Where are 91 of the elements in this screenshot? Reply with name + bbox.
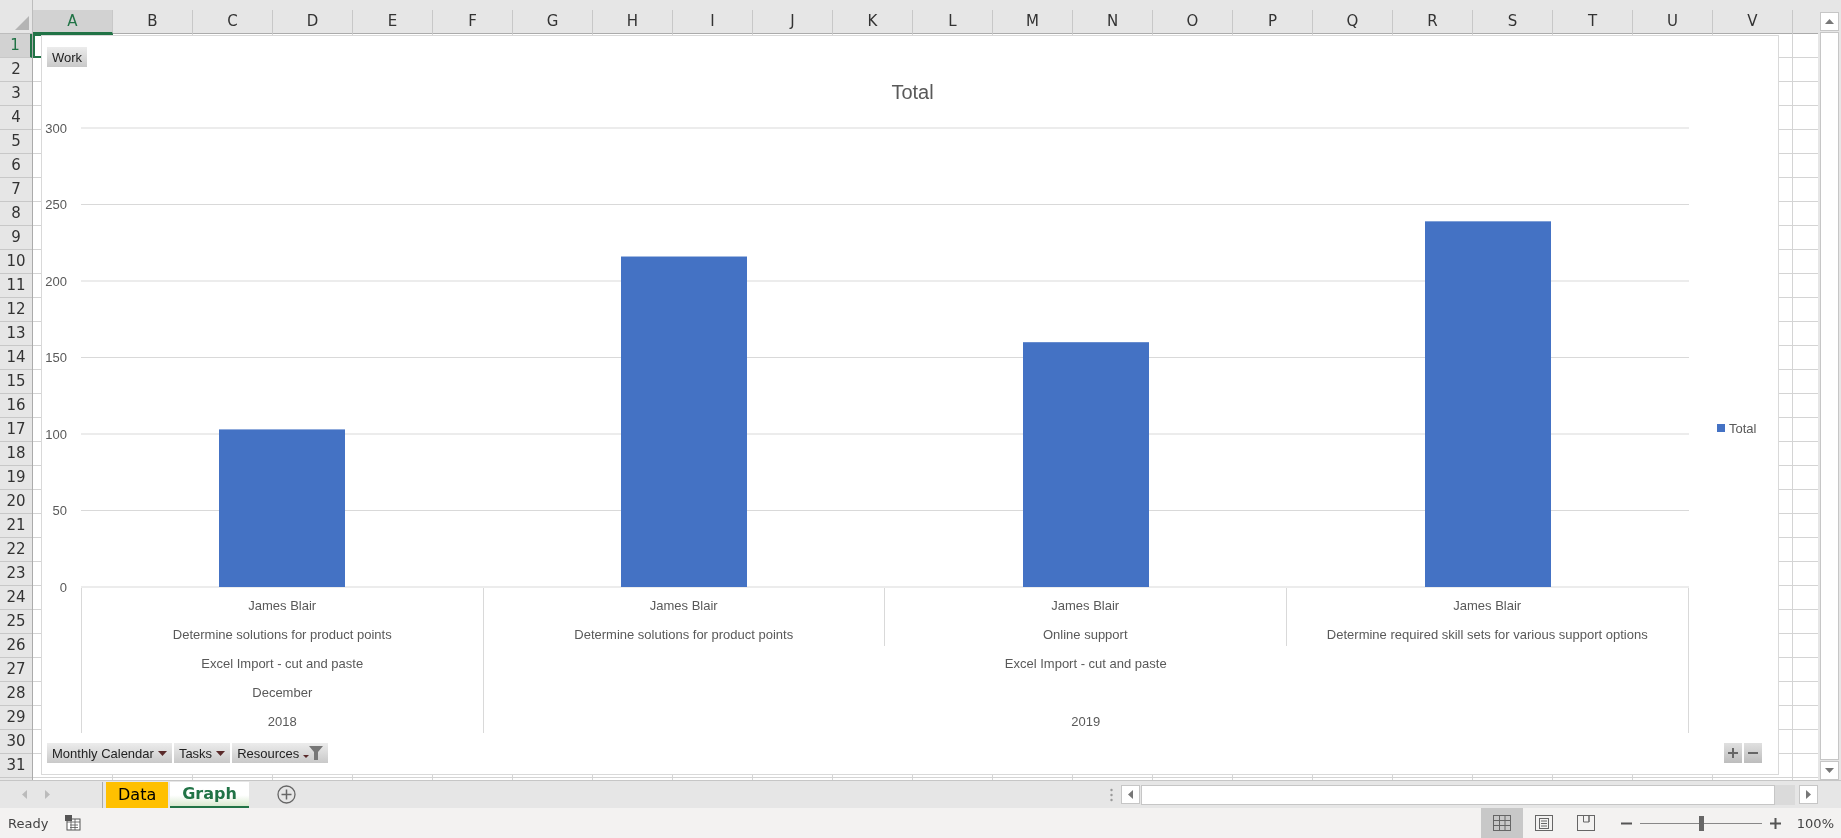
plus-circle-icon [276,785,296,804]
axis-label: December [82,675,484,704]
row-header[interactable]: 10 [0,250,32,274]
row-header[interactable]: 24 [0,586,32,610]
scrollbar-thumb[interactable] [1820,32,1839,760]
add-sheet-button[interactable] [276,785,296,804]
status-text: Ready [8,815,50,831]
row-header[interactable]: 15 [0,370,32,394]
field-button[interactable]: Work [47,47,88,67]
scroll-left-button[interactable] [1121,785,1140,804]
row-header[interactable]: 5 [0,130,32,154]
scrollbar-track[interactable] [1775,784,1795,805]
row-header[interactable]: 25 [0,610,32,634]
axis-label: Determine required skill sets for various support options [1325,626,1649,644]
row-header[interactable]: 2 [0,58,32,82]
row-header[interactable]: 16 [0,394,32,418]
row-header[interactable]: 13 [0,322,32,346]
axis-tick-label: 250 [45,197,67,212]
axis-label: Determine solutions for product points [483,617,885,646]
field-button[interactable]: Tasks [173,743,231,763]
caret-icon [157,750,167,756]
row-header[interactable]: 23 [0,562,32,586]
axis-label: James Blair [82,588,484,617]
row-header[interactable]: 12 [0,298,32,322]
row-header[interactable]: 7 [0,178,32,202]
row-header[interactable]: 18 [0,442,32,466]
axis-label: 2018 [82,704,484,733]
axis-label: James Blair [483,588,885,617]
normal-view-icon [1492,815,1511,831]
corner-triangle-icon [15,16,29,30]
row-header[interactable]: 14 [0,346,32,370]
axis-tick-label: 200 [45,273,67,289]
row-header[interactable]: 8 [0,202,32,226]
row-header[interactable]: 20 [0,490,32,514]
axis-label: Excel Import - cut and paste [82,646,484,675]
axis-label: 2019 [1070,713,1102,731]
view-button[interactable] [1480,808,1523,838]
plus-icon [1769,817,1781,829]
row-header[interactable]: 6 [0,154,32,178]
zoom-slider-thumb[interactable] [1698,815,1704,831]
axis-tick-label: 150 [45,350,67,365]
page-break-icon [1576,815,1595,831]
row-header[interactable]: 29 [0,706,32,730]
axis-label: Determine solutions for product points [82,617,484,646]
scroll-down-button[interactable] [1820,761,1839,780]
row-header[interactable]: 26 [0,634,32,658]
field-button[interactable]: Monthly Calendar [47,743,172,763]
scroll-right-button[interactable] [1799,785,1818,804]
row-header[interactable]: 11 [0,274,32,298]
scrollbar-thumb[interactable] [1141,784,1775,805]
row-header[interactable]: 21 [0,514,32,538]
axis-label: James Blair [885,588,1287,617]
sheet-tab[interactable]: Data [106,781,169,808]
sheet-tab[interactable]: Graph [170,781,249,808]
plus-icon [1728,748,1738,758]
axis-tick-label: 0 [59,579,67,595]
row-header[interactable]: 17 [0,418,32,442]
chart-title: Total [890,80,935,105]
expand-button[interactable] [1724,743,1742,763]
legend-label: Total [1729,420,1757,436]
zoom-in-button[interactable] [1769,817,1781,829]
filter-icon [303,746,324,760]
row-header[interactable]: 19 [0,466,32,490]
row-header[interactable]: 1 [0,34,32,58]
axis-tick-label: 100 [45,426,67,442]
row-header[interactable]: 4 [0,106,32,130]
axis-label: James Blair [1452,597,1523,615]
zoom-level-text: 100% [1796,815,1834,831]
row-header[interactable]: 22 [0,538,32,562]
page-layout-icon [1534,815,1553,831]
right-arrow-icon [1806,790,1811,799]
macro-record-icon[interactable] [65,815,81,831]
column-header[interactable]: A [33,10,113,34]
left-arrow-icon [1128,790,1133,799]
row-header[interactable]: 31 [0,754,32,778]
row-header[interactable]: 28 [0,682,32,706]
collapse-button[interactable] [1744,743,1762,763]
axis-tick-label: 50 [52,503,67,518]
axis-label: Online support [885,617,1287,646]
field-button[interactable]: Resources [232,743,329,763]
row-header[interactable]: 27 [0,658,32,682]
down-arrow-icon [1825,768,1834,773]
splitter-handle-icon[interactable] [1110,787,1113,802]
scroll-up-button[interactable] [1820,12,1839,31]
row-header[interactable]: 30 [0,730,32,754]
caret-icon [216,750,226,756]
up-arrow-icon [1825,19,1834,24]
row-header[interactable]: 9 [0,226,32,250]
axis-tick-label: 300 [45,120,67,136]
row-header[interactable]: 3 [0,82,32,106]
axis-label: Excel Import - cut and paste [1003,655,1168,673]
